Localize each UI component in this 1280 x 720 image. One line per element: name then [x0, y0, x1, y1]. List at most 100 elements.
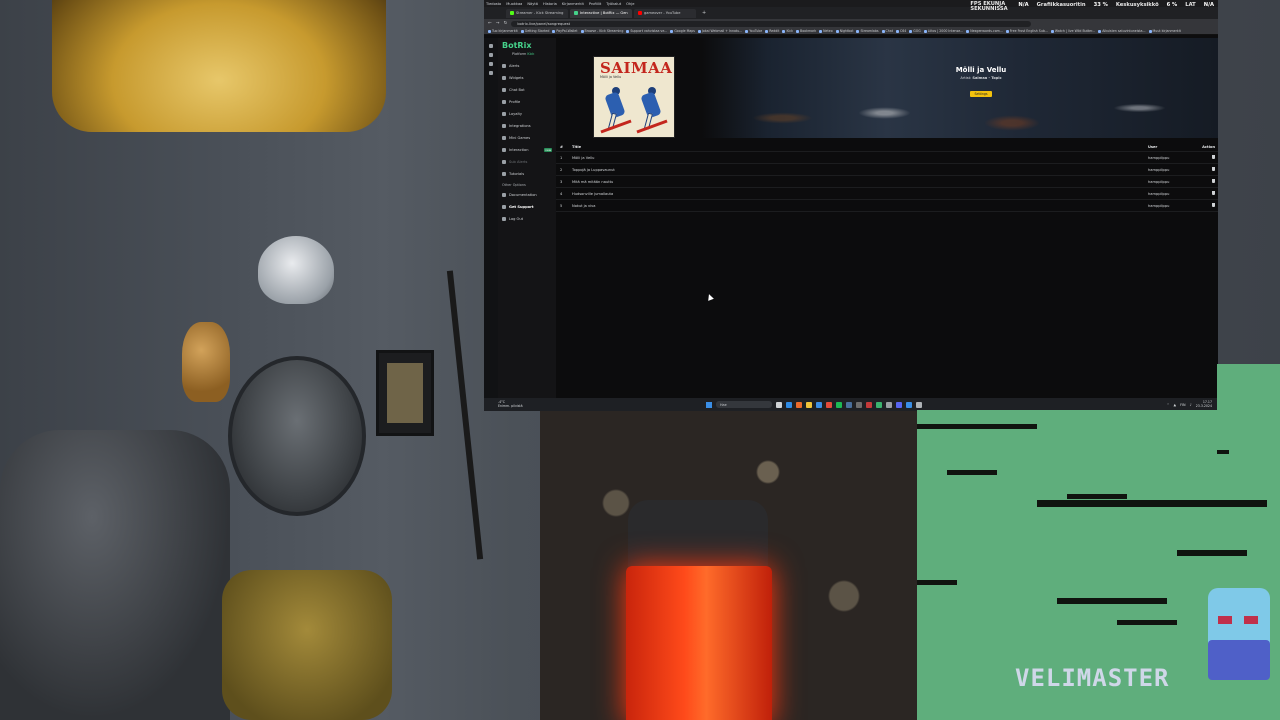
menu-item[interactable]: Näytä — [527, 2, 538, 6]
trash-icon[interactable] — [1212, 203, 1215, 207]
store-icon[interactable] — [816, 401, 822, 408]
volume-icon[interactable]: ♪ — [1190, 403, 1192, 407]
bookmark[interactable]: GOG — [909, 29, 921, 33]
system-clock[interactable]: 17.17 23.3.2024 — [1196, 400, 1212, 408]
bookmark[interactable]: Kick — [782, 29, 793, 33]
chevron-up-icon[interactable]: ⌃ — [1167, 403, 1170, 407]
rail-icon[interactable] — [489, 44, 493, 48]
bookmark[interactable]: C64 — [896, 29, 906, 33]
trash-icon[interactable] — [1212, 179, 1215, 183]
chrome-icon[interactable] — [826, 401, 832, 408]
network-icon[interactable]: ▲ — [1173, 403, 1176, 407]
sidebar-item-widgets[interactable]: Widgets — [502, 72, 552, 84]
bookmark[interactable]: Getting Started — [520, 29, 549, 33]
bookmark[interactable]: Support vahvistaa ve... — [626, 29, 667, 33]
spotify-icon[interactable] — [836, 401, 842, 408]
app-icon[interactable] — [866, 401, 872, 408]
row-number: 2 — [560, 167, 563, 172]
firefox-icon[interactable] — [796, 401, 802, 408]
bookmark[interactable]: Free Frost English Sub... — [1005, 29, 1048, 33]
menu-item[interactable]: Kirjanmerkit — [562, 2, 584, 6]
weather-widget[interactable]: -4°C Enimm. pilvistä — [484, 400, 684, 408]
tab-youtube[interactable]: gameover - YouTube — [634, 8, 696, 18]
bookmark[interactable]: Bookmark — [796, 29, 816, 33]
sidebar-item-loyalty[interactable]: Loyalty — [502, 108, 552, 120]
sidebar-item-log-out[interactable]: Log Out — [502, 213, 552, 225]
bookmark[interactable]: Aikuisten satuvintuneista... — [1098, 29, 1146, 33]
botrix-logo[interactable]: BotRix — [502, 41, 552, 50]
rail-icon[interactable] — [489, 62, 493, 66]
app-icon[interactable] — [906, 401, 912, 408]
menu-item[interactable]: Ohje — [626, 2, 634, 6]
bookmark[interactable]: YouTube — [745, 29, 762, 33]
url-input[interactable]: botrix.live/panel/songrequest — [511, 20, 1032, 27]
app-icon[interactable] — [916, 401, 922, 408]
bookmark[interactable]: Reddit — [765, 29, 779, 33]
cpu-value: 6 % — [1166, 2, 1178, 8]
explorer-icon[interactable] — [806, 401, 812, 408]
menu-item[interactable]: Tiedosto — [486, 2, 501, 6]
app-icon[interactable] — [886, 401, 892, 408]
discord-icon[interactable] — [896, 401, 902, 408]
tab-botrix[interactable]: Interactive | BotRix — Gen — [570, 8, 632, 18]
sidebar-item-mini-games[interactable]: Mini Games — [502, 132, 552, 144]
taskbar-search[interactable]: Hae — [716, 401, 772, 408]
sidebar-item-chat-bot[interactable]: Chat Bot — [502, 84, 552, 96]
gamepad-icon — [502, 136, 506, 140]
windows-start-icon[interactable] — [706, 401, 712, 408]
sidebar-item-profile[interactable]: Profile — [502, 96, 552, 108]
new-tab-icon[interactable]: + — [698, 10, 710, 16]
cushion — [222, 570, 392, 720]
bookmark[interactable]: Google Maps — [670, 29, 695, 33]
trash-icon[interactable] — [1212, 191, 1215, 195]
tab-kick[interactable]: Streamer - Kick Streaming — [506, 8, 568, 18]
bookmark[interactable]: Jokai Webmail + Innatu... — [697, 29, 742, 33]
settings-button[interactable]: Settings — [970, 91, 992, 97]
table-row: 3 Mitä mä mitään nauttu hamppilppu — [556, 176, 1218, 188]
bookmark[interactable]: Streamlabs — [856, 29, 879, 33]
sidebar-item-tutorials[interactable]: Tutorials — [502, 168, 552, 180]
app-icon[interactable] — [876, 401, 882, 408]
skip-icon[interactable] — [1212, 155, 1215, 159]
forward-icon[interactable]: → — [496, 21, 500, 26]
reload-icon[interactable]: ↻ — [504, 21, 508, 26]
edge-icon[interactable] — [786, 401, 792, 408]
bookmark[interactable]: Tuo kirjanmerkit — [488, 29, 518, 33]
sidebar-item-label: Documentation — [509, 193, 537, 197]
bookmark[interactable]: Nexgenwords.com... — [966, 29, 1003, 33]
bookmark[interactable]: Chat — [881, 29, 893, 33]
steam-icon[interactable] — [846, 401, 852, 408]
sidebar-item-label: Mini Games — [509, 136, 531, 140]
rail-icon[interactable] — [489, 53, 493, 57]
obs-icon[interactable] — [856, 401, 862, 408]
album-cover: SAIMAA Mölli ja Vellu — [593, 56, 675, 138]
mascot-eye — [1244, 616, 1258, 624]
address-bar: ← → ↻ botrix.live/panel/songrequest — [484, 19, 1218, 28]
bookmark[interactable]: Watch | live Wild Butter... — [1050, 29, 1095, 33]
task-view-icon[interactable] — [776, 401, 782, 408]
trash-icon[interactable] — [1212, 167, 1215, 171]
rail-icon[interactable] — [489, 71, 493, 75]
sidebar-item-integrations[interactable]: Integrations — [502, 120, 552, 132]
language-indicator[interactable]: FIN — [1180, 403, 1186, 407]
menu-item[interactable]: Työkalut — [606, 2, 621, 6]
sidebar-item-documentation[interactable]: Documentation — [502, 189, 552, 201]
bookmark[interactable]: Neteo — [819, 29, 833, 33]
bookmark[interactable]: Muut kirjanmerkit — [1148, 29, 1181, 33]
menu-item[interactable]: Historia — [543, 2, 557, 6]
back-icon[interactable]: ← — [488, 21, 492, 26]
other-options-heading: Other Options — [502, 183, 526, 187]
bookmark[interactable]: Browse - Kick Streaming — [580, 29, 623, 33]
bookmark[interactable]: Liitos | 2000 Intense... — [923, 29, 963, 33]
bookmark[interactable]: Nightbot — [835, 29, 853, 33]
sidebar-item-alerts[interactable]: Alerts — [502, 60, 552, 72]
bookmark[interactable]: PayPal-Wallet — [552, 29, 578, 33]
sidebar-item-get-support[interactable]: Get Support — [502, 201, 552, 213]
row-title: Toppojä ja Luppavaunut — [572, 167, 615, 172]
menu-item[interactable]: Muokkaa — [506, 2, 522, 6]
sidebar-item-label: Widgets — [509, 76, 524, 80]
skier-figure — [636, 87, 668, 135]
sidebar-item-sub-alerts[interactable]: Sub Alerts — [502, 156, 552, 168]
sidebar-item-interaction[interactable]: Interaction new — [502, 144, 552, 156]
menu-item[interactable]: Profiilit — [589, 2, 601, 6]
